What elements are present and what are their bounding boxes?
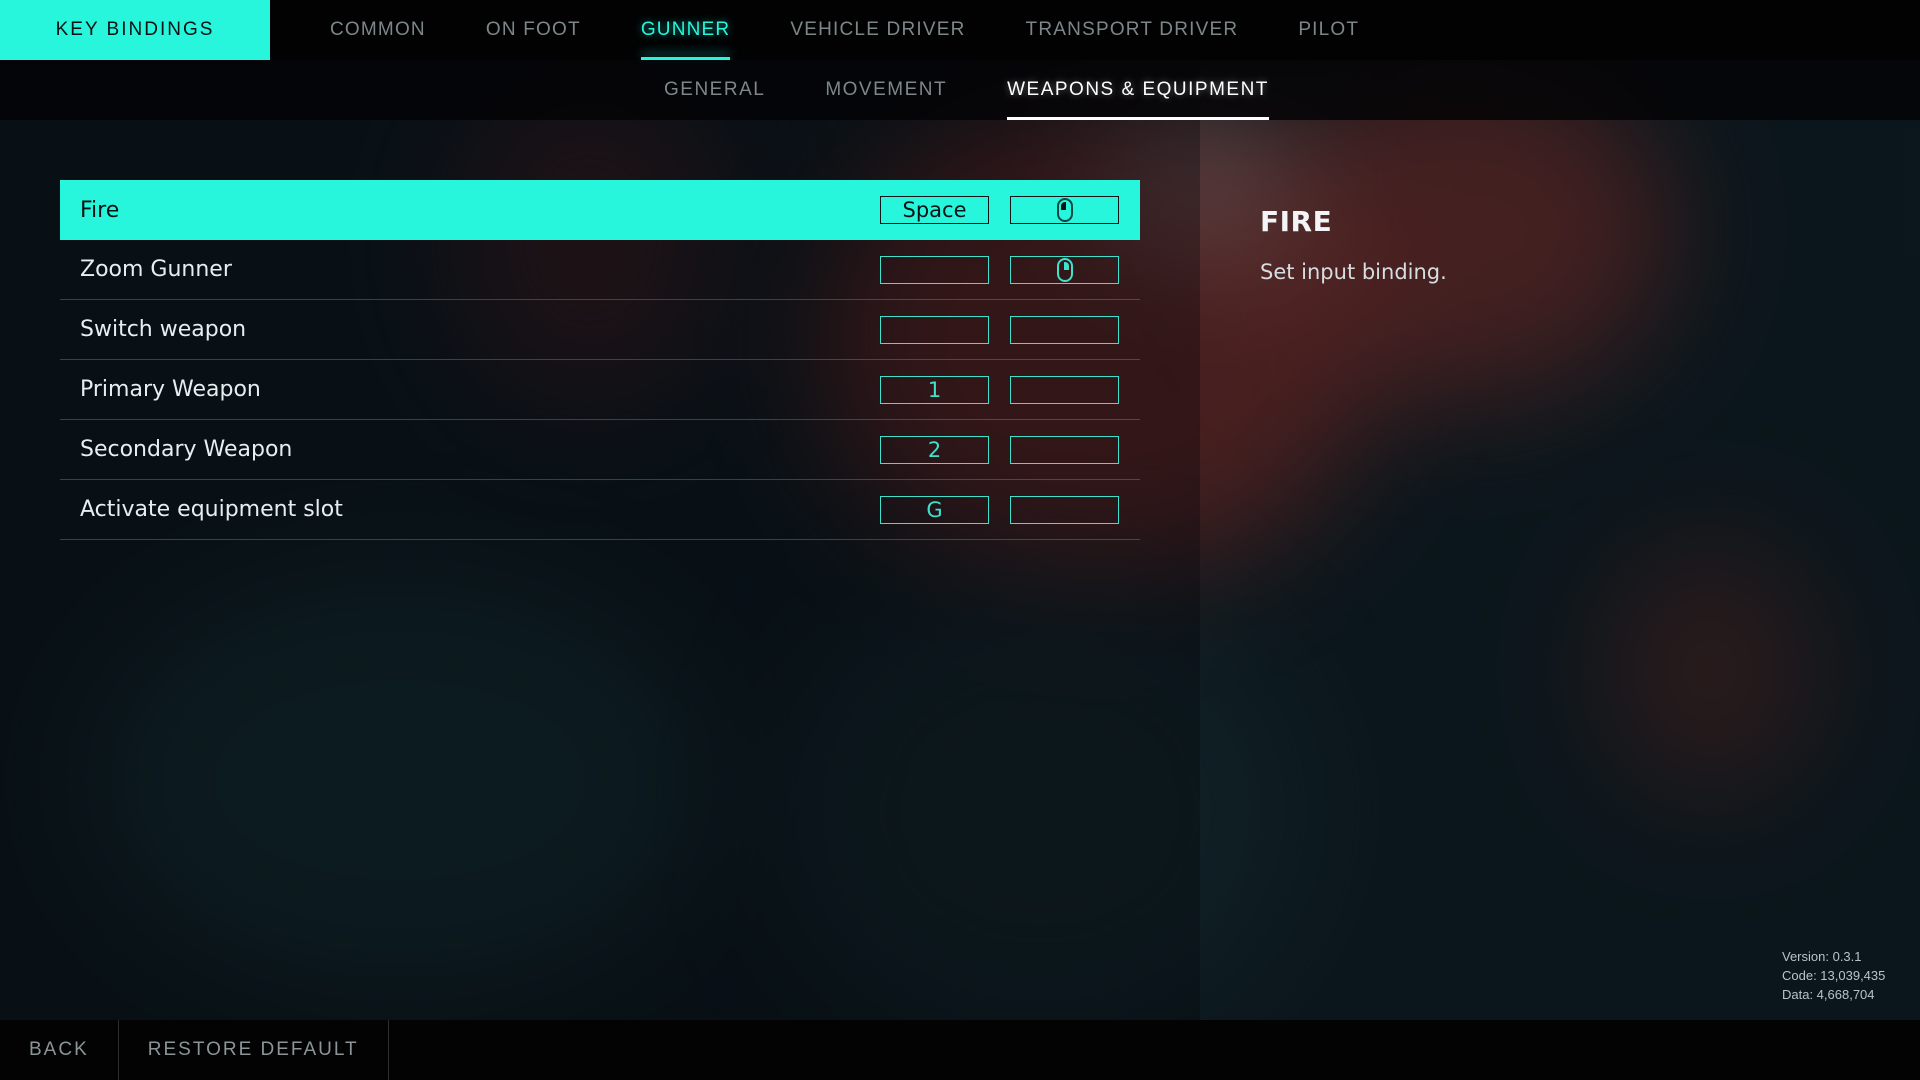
mouse-binding-slot[interactable] <box>1010 256 1119 284</box>
bottom-action-bar: BACK RESTORE DEFAULT <box>0 1020 1920 1080</box>
code-text: Code: 13,039,435 <box>1782 968 1886 983</box>
binding-row-activate-equipment-slot[interactable]: Activate equipment slot G <box>60 480 1140 540</box>
tab-transport-driver[interactable]: TRANSPORT DRIVER <box>1026 0 1239 60</box>
keyboard-binding-slot[interactable]: G <box>880 496 989 524</box>
mouse-binding-slot[interactable] <box>1010 496 1119 524</box>
binding-row-switch-weapon[interactable]: Switch weapon <box>60 300 1140 360</box>
mouse-right-button-icon <box>1056 258 1073 282</box>
data-text: Data: 4,668,704 <box>1782 987 1875 1002</box>
binding-row-primary-weapon[interactable]: Primary Weapon 1 <box>60 360 1140 420</box>
subcategory-bar: GENERAL MOVEMENT WEAPONS & EQUIPMENT <box>0 60 1920 120</box>
restore-default-button[interactable]: RESTORE DEFAULT <box>119 1020 389 1080</box>
subtab-weapons-equipment[interactable]: WEAPONS & EQUIPMENT <box>1007 60 1269 120</box>
keyboard-binding-slot[interactable]: Space <box>880 196 989 224</box>
keyboard-binding-slot[interactable]: 2 <box>880 436 989 464</box>
mouse-binding-slot[interactable] <box>1010 316 1119 344</box>
subcategory-tabs: GENERAL MOVEMENT WEAPONS & EQUIPMENT <box>664 60 1329 120</box>
action-label: Activate equipment slot <box>80 497 343 522</box>
binding-row-fire[interactable]: Fire Space <box>60 180 1140 240</box>
bindings-list: Fire Space Zoom Gunner Switch weapon Pri… <box>60 180 1140 540</box>
binding-row-zoom-gunner[interactable]: Zoom Gunner <box>60 240 1140 300</box>
action-label: Zoom Gunner <box>80 257 232 282</box>
page-title: KEY BINDINGS <box>0 0 270 60</box>
keyboard-binding-slot[interactable] <box>880 256 989 284</box>
action-label: Secondary Weapon <box>80 437 293 462</box>
keyboard-binding-slot[interactable]: 1 <box>880 376 989 404</box>
subtab-general[interactable]: GENERAL <box>664 60 765 120</box>
back-button[interactable]: BACK <box>0 1020 119 1080</box>
subtab-movement[interactable]: MOVEMENT <box>825 60 947 120</box>
tab-pilot[interactable]: PILOT <box>1298 0 1359 60</box>
action-label: Fire <box>80 197 120 223</box>
detail-panel: FIRE Set input binding. <box>1260 205 1447 284</box>
top-navigation-bar: KEY BINDINGS COMMON ON FOOT GUNNER VEHIC… <box>0 0 1920 60</box>
tab-on-foot[interactable]: ON FOOT <box>486 0 581 60</box>
version-text: Version: 0.3.1 <box>1782 949 1862 964</box>
keyboard-binding-slot[interactable] <box>880 316 989 344</box>
category-tabs: COMMON ON FOOT GUNNER VEHICLE DRIVER TRA… <box>330 0 1419 60</box>
binding-row-secondary-weapon[interactable]: Secondary Weapon 2 <box>60 420 1140 480</box>
mouse-binding-slot[interactable] <box>1010 196 1119 224</box>
version-info: Version: 0.3.1 Code: 13,039,435 Data: 4,… <box>1782 947 1885 1004</box>
action-label: Primary Weapon <box>80 377 261 402</box>
detail-title: FIRE <box>1260 205 1333 238</box>
mouse-binding-slot[interactable] <box>1010 376 1119 404</box>
detail-description: Set input binding. <box>1260 260 1447 284</box>
action-label: Switch weapon <box>80 317 247 342</box>
tab-common[interactable]: COMMON <box>330 0 426 60</box>
mouse-binding-slot[interactable] <box>1010 436 1119 464</box>
tab-gunner[interactable]: GUNNER <box>640 0 731 60</box>
mouse-left-button-icon <box>1056 198 1073 222</box>
tab-vehicle-driver[interactable]: VEHICLE DRIVER <box>790 0 965 60</box>
